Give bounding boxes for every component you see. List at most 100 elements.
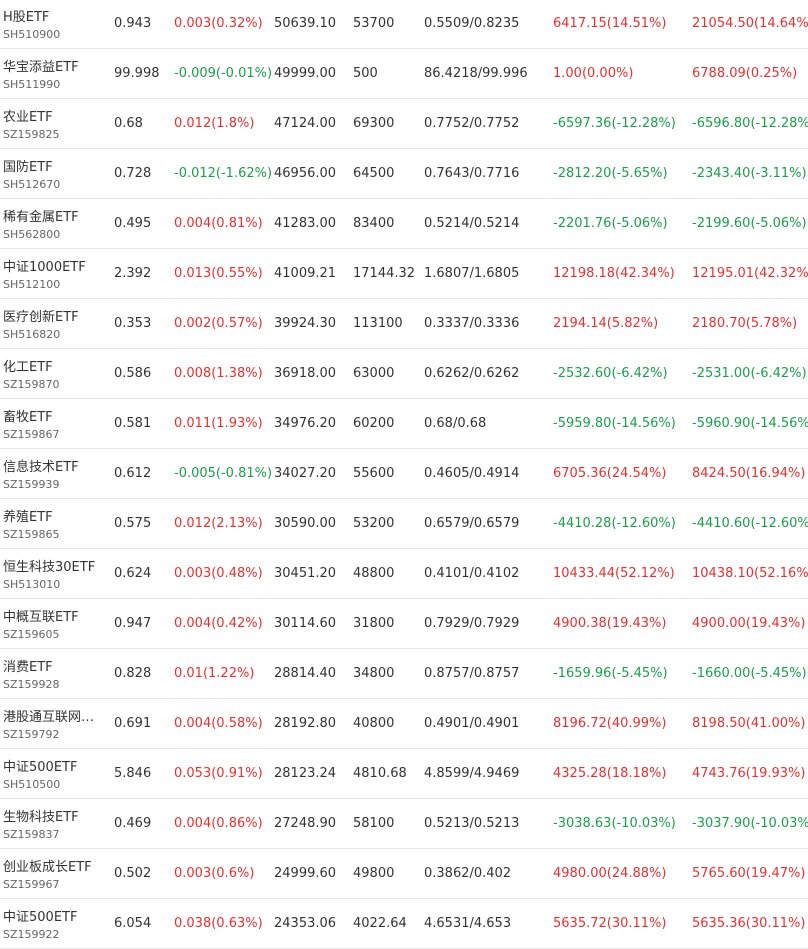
market-value-cell: 41283.00 bbox=[274, 216, 337, 231]
holding-profit-cell: -5959.80(-14.56%) bbox=[553, 416, 676, 431]
table-row[interactable]: 中证500ETF SZ159922 6.054 0.038(0.63%) 24353.0… bbox=[0, 899, 808, 949]
holding-profit-cell: 10433.44(52.12%) bbox=[553, 566, 675, 581]
table-row[interactable]: 港股通互联网… SZ159792 0.691 0.004(0.58%) 28192.80… bbox=[0, 699, 808, 749]
cost-price-cell: 0.4901/0.4901 bbox=[424, 716, 520, 731]
fund-name-cell: 创业板成长ETF SZ159967 bbox=[3, 849, 105, 898]
table-row[interactable]: 生物科技ETF SZ159837 0.469 0.004(0.86%) 27248.90… bbox=[0, 799, 808, 849]
change-cell: 0.004(0.81%) bbox=[174, 216, 263, 231]
quantity-cell: 55600 bbox=[353, 466, 395, 481]
table-row[interactable]: 畜牧ETF SZ159867 0.581 0.011(1.93%) 34976.20 60… bbox=[0, 399, 808, 449]
fund-name: 化工ETF bbox=[3, 360, 53, 375]
holding-profit-cell: 2194.14(5.82%) bbox=[553, 316, 659, 331]
fund-name-cell: 稀有金属ETF SH562800 bbox=[3, 199, 105, 248]
market-value-cell: 30590.00 bbox=[274, 516, 337, 531]
holding-profit-cell: 8196.72(40.99%) bbox=[553, 716, 667, 731]
fund-name-cell: 化工ETF SZ159870 bbox=[3, 349, 105, 398]
table-row[interactable]: 消费ETF SZ159928 0.828 0.01(1.22%) 28814.40 348… bbox=[0, 649, 808, 699]
fund-name: 中概互联ETF bbox=[3, 610, 79, 625]
market-value-cell: 49999.00 bbox=[274, 66, 337, 81]
fund-name-cell: 中证500ETF SZ159922 bbox=[3, 899, 105, 948]
cost-price-cell: 0.7752/0.7752 bbox=[424, 116, 520, 131]
quantity-cell: 48800 bbox=[353, 566, 395, 581]
change-cell: 0.01(1.22%) bbox=[174, 666, 255, 681]
table-row[interactable]: 国防ETF SH512670 0.728 -0.012(-1.62%) 46956.00… bbox=[0, 149, 808, 199]
fund-code: SZ159837 bbox=[3, 828, 60, 841]
change-cell: 0.004(0.58%) bbox=[174, 716, 263, 731]
cost-price-cell: 0.6579/0.6579 bbox=[424, 516, 520, 531]
market-value-cell: 24353.06 bbox=[274, 916, 337, 931]
price-cell: 6.054 bbox=[114, 916, 152, 931]
fund-name: 恒生科技30ETF bbox=[3, 560, 96, 575]
price-cell: 0.691 bbox=[114, 716, 152, 731]
fund-name-cell: 港股通互联网… SZ159792 bbox=[3, 699, 105, 748]
fund-name-cell: 畜牧ETF SZ159867 bbox=[3, 399, 105, 448]
fund-name: 医疗创新ETF bbox=[3, 310, 79, 325]
fund-code: SZ159867 bbox=[3, 428, 60, 441]
change-cell: 0.012(1.8%) bbox=[174, 116, 255, 131]
market-value-cell: 36918.00 bbox=[274, 366, 337, 381]
price-cell: 0.586 bbox=[114, 366, 152, 381]
fund-code: SH510500 bbox=[3, 778, 61, 791]
change-cell: 0.011(1.93%) bbox=[174, 416, 263, 431]
table-row[interactable]: H股ETF SH510900 0.943 0.003(0.32%) 50639.10 53… bbox=[0, 0, 808, 49]
fund-name: 创业板成长ETF bbox=[3, 860, 92, 875]
table-row[interactable]: 化工ETF SZ159870 0.586 0.008(1.38%) 36918.00 63… bbox=[0, 349, 808, 399]
market-value-cell: 30451.20 bbox=[274, 566, 337, 581]
total-profit-cell: 6788.09(0.25%) bbox=[692, 66, 798, 81]
table-row[interactable]: 医疗创新ETF SH516820 0.353 0.002(0.57%) 39924.30… bbox=[0, 299, 808, 349]
table-row[interactable]: 稀有金属ETF SH562800 0.495 0.004(0.81%) 41283.00… bbox=[0, 199, 808, 249]
quantity-cell: 500 bbox=[353, 66, 378, 81]
table-row[interactable]: 养殖ETF SZ159865 0.575 0.012(2.13%) 30590.00 53… bbox=[0, 499, 808, 549]
fund-code: SZ159865 bbox=[3, 528, 60, 541]
cost-price-cell: 0.5214/0.5214 bbox=[424, 216, 520, 231]
fund-code: SH516820 bbox=[3, 328, 61, 341]
fund-name-cell: 信息技术ETF SZ159939 bbox=[3, 449, 105, 498]
change-cell: 0.004(0.86%) bbox=[174, 816, 263, 831]
cost-price-cell: 0.5213/0.5213 bbox=[424, 816, 520, 831]
price-cell: 0.581 bbox=[114, 416, 152, 431]
market-value-cell: 50639.10 bbox=[274, 16, 337, 31]
cost-price-cell: 86.4218/99.996 bbox=[424, 66, 528, 81]
cost-price-cell: 0.4101/0.4102 bbox=[424, 566, 520, 581]
table-row[interactable]: 农业ETF SZ159825 0.68 0.012(1.8%) 47124.00 6930… bbox=[0, 99, 808, 149]
cost-price-cell: 0.3862/0.402 bbox=[424, 866, 512, 881]
price-cell: 0.624 bbox=[114, 566, 152, 581]
change-cell: 0.012(2.13%) bbox=[174, 516, 263, 531]
fund-name-cell: 中证1000ETF SH512100 bbox=[3, 249, 105, 298]
fund-name: 养殖ETF bbox=[3, 510, 53, 525]
fund-code: SZ159605 bbox=[3, 628, 60, 641]
fund-name: 中证500ETF bbox=[3, 910, 78, 925]
cost-price-cell: 0.3337/0.3336 bbox=[424, 316, 520, 331]
fund-name: 消费ETF bbox=[3, 660, 53, 675]
total-profit-cell: 5765.60(19.47%) bbox=[692, 866, 806, 881]
holding-profit-cell: 5635.72(30.11%) bbox=[553, 916, 667, 931]
table-row[interactable]: 恒生科技30ETF SH513010 0.624 0.003(0.48%) 30451.… bbox=[0, 549, 808, 599]
table-row[interactable]: 中证1000ETF SH512100 2.392 0.013(0.55%) 41009.… bbox=[0, 249, 808, 299]
market-value-cell: 24999.60 bbox=[274, 866, 337, 881]
table-row[interactable]: 中概互联ETF SZ159605 0.947 0.004(0.42%) 30114.60… bbox=[0, 599, 808, 649]
cost-price-cell: 4.6531/4.653 bbox=[424, 916, 512, 931]
market-value-cell: 47124.00 bbox=[274, 116, 337, 131]
holding-profit-cell: -1659.96(-5.45%) bbox=[553, 666, 668, 681]
table-row[interactable]: 华宝添益ETF SH511990 99.998 -0.009(-0.01%) 49999… bbox=[0, 49, 808, 99]
cost-price-cell: 4.8599/4.9469 bbox=[424, 766, 520, 781]
table-row[interactable]: 信息技术ETF SZ159939 0.612 -0.005(-0.81%) 34027.… bbox=[0, 449, 808, 499]
table-row[interactable]: 中证500ETF SH510500 5.846 0.053(0.91%) 28123.2… bbox=[0, 749, 808, 799]
total-profit-cell: 5635.36(30.11%) bbox=[692, 916, 806, 931]
price-cell: 0.68 bbox=[114, 116, 143, 131]
cost-price-cell: 0.4605/0.4914 bbox=[424, 466, 520, 481]
total-profit-cell: -5960.90(-14.56%) bbox=[692, 416, 808, 431]
total-profit-cell: -2531.00(-6.42%) bbox=[692, 366, 807, 381]
holding-profit-cell: -3038.63(-10.03%) bbox=[553, 816, 676, 831]
holding-profit-cell: -2532.60(-6.42%) bbox=[553, 366, 668, 381]
cost-price-cell: 0.7643/0.7716 bbox=[424, 166, 520, 181]
change-cell: -0.012(-1.62%) bbox=[174, 166, 273, 181]
cost-price-cell: 0.8757/0.8757 bbox=[424, 666, 520, 681]
total-profit-cell: -3037.90(-10.03%) bbox=[692, 816, 808, 831]
quantity-cell: 53700 bbox=[353, 16, 395, 31]
total-profit-cell: -6596.80(-12.28%) bbox=[692, 116, 808, 131]
market-value-cell: 39924.30 bbox=[274, 316, 337, 331]
quantity-cell: 83400 bbox=[353, 216, 395, 231]
table-row[interactable]: 创业板成长ETF SZ159967 0.502 0.003(0.6%) 24999.60… bbox=[0, 849, 808, 899]
fund-name: 华宝添益ETF bbox=[3, 60, 79, 75]
